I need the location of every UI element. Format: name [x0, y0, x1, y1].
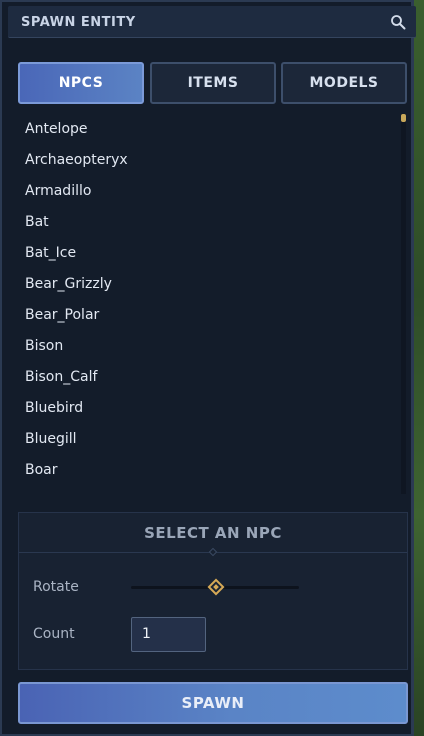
tab-items[interactable]: ITEMS — [150, 62, 276, 104]
list-item[interactable]: Bear_Polar — [18, 300, 396, 331]
list-scrollbar-thumb[interactable] — [401, 114, 406, 122]
list-item[interactable]: Bear_Grizzly — [18, 269, 396, 300]
list-item[interactable]: Antelope — [18, 114, 396, 145]
count-input[interactable]: 1 — [131, 617, 206, 652]
list-item[interactable]: Bluebird — [18, 393, 396, 424]
spawn-button-label: SPAWN — [181, 694, 245, 712]
background-terrain — [414, 0, 424, 736]
list-item[interactable]: Archaeopteryx — [18, 145, 396, 176]
list-item[interactable]: Bluegill — [18, 424, 396, 455]
tab-models[interactable]: MODELS — [281, 62, 407, 104]
category-tabs: NPCS ITEMS MODELS — [18, 62, 408, 104]
tab-items-label: ITEMS — [187, 75, 239, 91]
list-item[interactable]: Bison — [18, 331, 396, 362]
spawn-entity-panel: SPAWN ENTITY NPCS ITEMS MODELS Antelope … — [0, 0, 416, 736]
tab-models-label: MODELS — [309, 75, 379, 91]
panel-title: SPAWN ENTITY — [21, 15, 136, 30]
rotate-label: Rotate — [33, 579, 79, 595]
tab-npcs[interactable]: NPCS — [18, 62, 144, 104]
rotate-slider-handle[interactable] — [207, 578, 225, 596]
count-label: Count — [33, 626, 75, 642]
spawn-button[interactable]: SPAWN — [18, 682, 408, 724]
search-icon[interactable] — [390, 14, 406, 30]
panel-header: SPAWN ENTITY — [8, 6, 416, 38]
spawn-settings: SELECT AN NPC Rotate Count 1 — [18, 512, 408, 670]
list-item[interactable]: Armadillo — [18, 176, 396, 207]
list-item[interactable]: Boar — [18, 455, 396, 486]
list-item[interactable]: Bat — [18, 207, 396, 238]
list-item[interactable]: Bison_Calf — [18, 362, 396, 393]
selection-title: SELECT AN NPC — [144, 524, 282, 542]
tab-npcs-label: NPCS — [58, 75, 104, 91]
npc-list: Antelope Archaeopteryx Armadillo Bat Bat… — [18, 114, 396, 494]
list-scrollbar[interactable] — [401, 114, 406, 494]
list-item[interactable]: Bat_Ice — [18, 238, 396, 269]
